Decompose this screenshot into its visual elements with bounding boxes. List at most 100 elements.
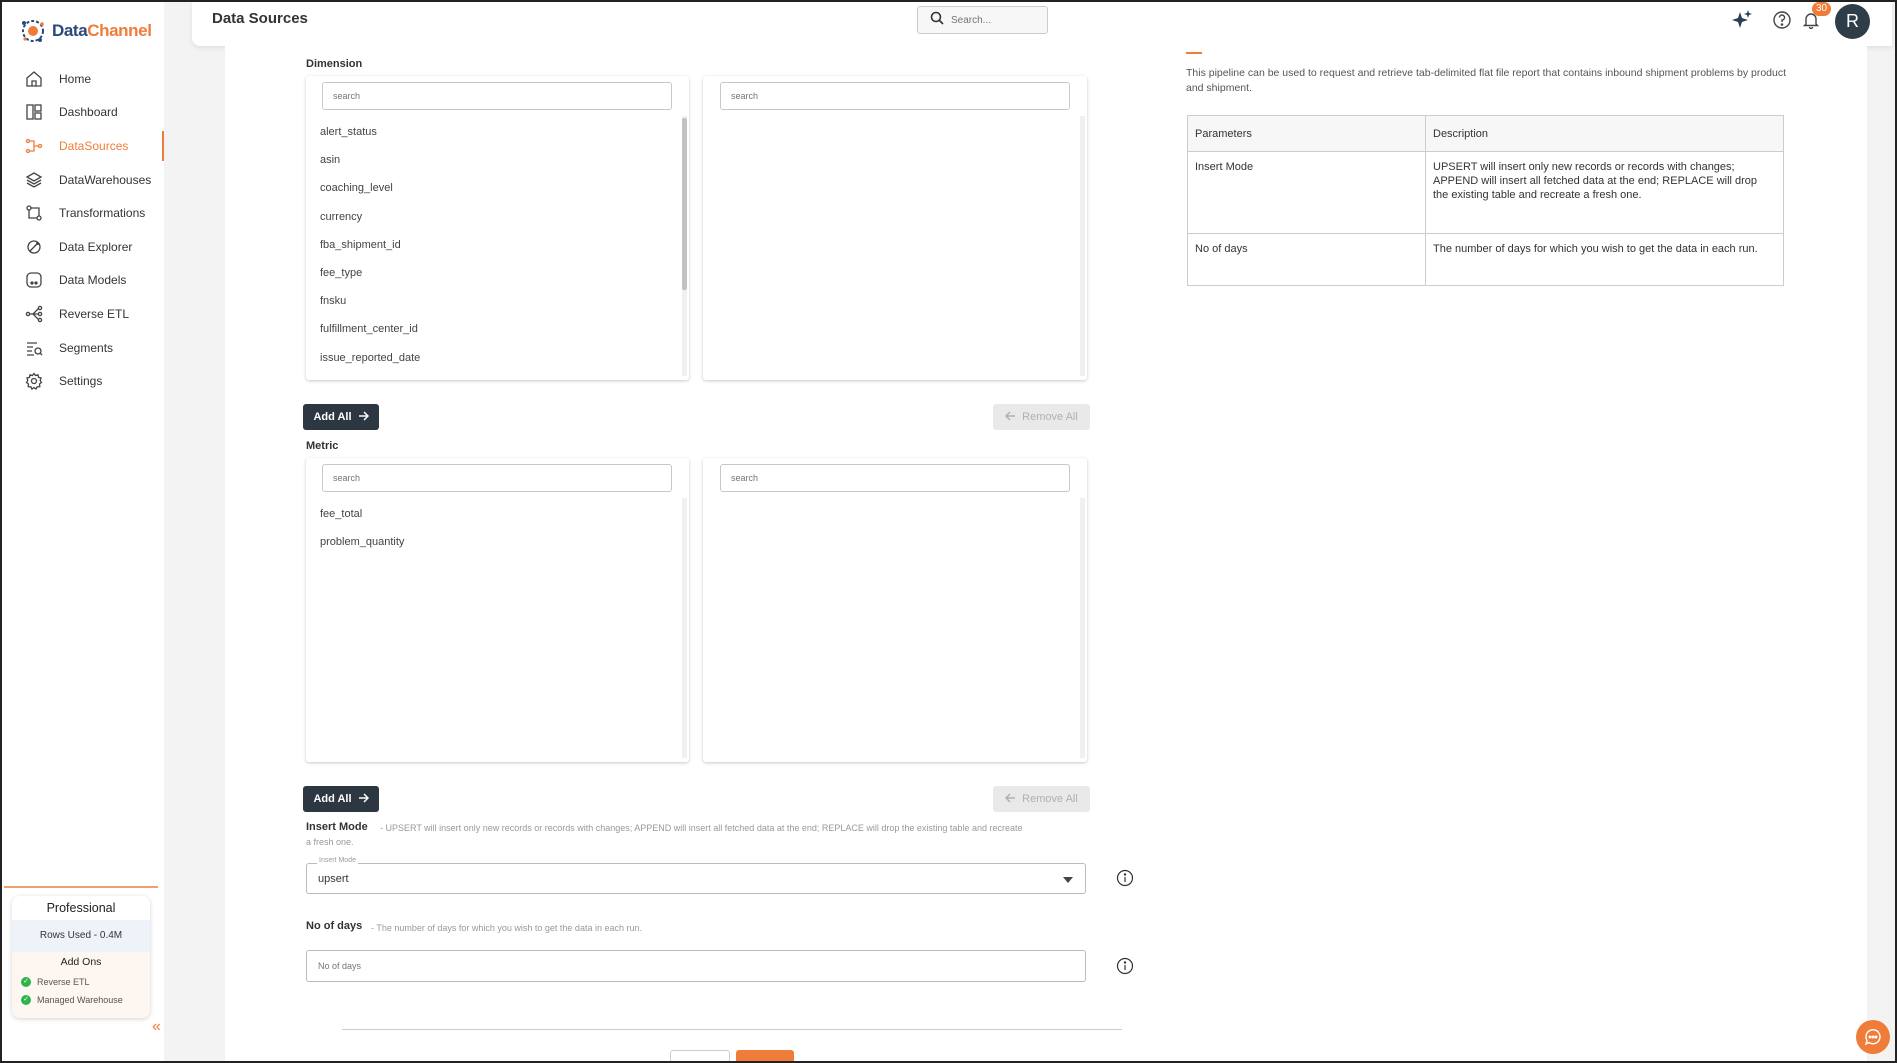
pipeline-description: This pipeline can be used to request and… — [1186, 67, 1787, 94]
help-icon[interactable] — [1772, 10, 1792, 35]
dimension-label: Dimension — [306, 58, 363, 70]
list-item[interactable]: fba_shipment_id — [320, 231, 420, 259]
arrow-right-icon — [358, 410, 369, 424]
avatar[interactable]: R — [1835, 4, 1870, 39]
sidebar-item-label: Data Explorer — [59, 239, 133, 254]
dimension-available-panel: alert_status asin coaching_level currenc… — [306, 76, 689, 380]
page-title: Data Sources — [212, 10, 308, 27]
sparkle-icon[interactable] — [1730, 8, 1754, 37]
sidebar: DataChannel Home Dashboard DataSources D… — [2, 2, 164, 1061]
segments-icon — [24, 338, 44, 358]
info-icon[interactable] — [1116, 869, 1134, 887]
scrollbar-track[interactable] — [682, 498, 687, 758]
sidebar-item-label: Settings — [59, 374, 103, 389]
metric-available-search[interactable] — [322, 464, 672, 492]
plan-title: Professional — [46, 901, 116, 915]
check-icon: ✓ — [21, 977, 31, 987]
dimension-available-search[interactable] — [322, 82, 672, 110]
insert-mode-legend: Insert Mode — [317, 857, 358, 864]
sidebar-item-data-explorer[interactable]: Data Explorer — [2, 230, 164, 264]
metric-selected-panel — [703, 458, 1087, 762]
collapse-sidebar-icon[interactable]: « — [152, 1018, 161, 1036]
list-item[interactable]: fee_type — [320, 259, 420, 287]
sidebar-item-reverse-etl[interactable]: Reverse ETL — [2, 297, 164, 331]
scrollbar-track[interactable] — [1080, 116, 1085, 376]
sidebar-item-label: Dashboard — [59, 105, 118, 120]
top-header: Data Sources 30 R — [192, 2, 1892, 46]
metric-label: Metric — [306, 440, 339, 452]
sidebar-item-label: DataSources — [59, 138, 129, 153]
global-search[interactable] — [917, 6, 1048, 34]
dimension-add-all-button[interactable]: Add All — [303, 404, 379, 430]
table-row: Insert Mode UPSERT will insert only new … — [1187, 151, 1784, 234]
reverse-etl-icon — [24, 304, 44, 324]
no-of-days-input[interactable] — [306, 950, 1086, 982]
dimension-selected-panel — [703, 76, 1087, 380]
metric-available-panel: fee_total problem_quantity — [306, 458, 689, 762]
sidebar-item-label: Transformations — [59, 206, 146, 221]
list-item[interactable]: currency — [320, 203, 420, 231]
sidebar-item-label: Segments — [59, 340, 114, 355]
dashboard-icon — [24, 102, 44, 122]
sidebar-item-home[interactable]: Home — [2, 62, 164, 96]
chevron-down-icon — [1063, 877, 1073, 883]
table-cell: The number of days for which you wish to… — [1425, 233, 1784, 286]
scrollbar-thumb[interactable] — [682, 118, 687, 290]
insert-mode-value: upsert — [318, 873, 349, 885]
sidebar-item-settings[interactable]: Settings — [2, 364, 164, 398]
next-button[interactable] — [736, 1050, 794, 1063]
arrow-right-icon — [358, 792, 369, 806]
no-of-days-title: No of days — [306, 920, 363, 932]
transform-icon — [24, 203, 44, 223]
parameters-table: Parameters Description Insert Mode UPSER… — [1187, 115, 1784, 286]
table-cell: UPSERT will insert only new records or r… — [1425, 151, 1784, 234]
sidebar-item-datawarehouses[interactable]: DataWarehouses — [2, 163, 164, 197]
table-header: Parameters — [1187, 115, 1426, 152]
sidebar-nav: Home Dashboard DataSources DataWarehouse… — [2, 62, 164, 398]
list-item[interactable]: fee_total — [320, 500, 404, 528]
rows-used: Rows Used - 0.4M — [12, 920, 150, 952]
addons-title: Add Ons — [60, 956, 102, 968]
home-icon — [24, 69, 44, 89]
logo[interactable]: DataChannel — [18, 16, 152, 46]
insert-mode-description: - UPSERT will insert only new records or… — [306, 823, 1023, 847]
table-header: Description — [1425, 115, 1784, 152]
list-item[interactable]: fulfillment_center_id — [320, 315, 420, 343]
search-icon — [930, 11, 944, 30]
dimension-selected-search[interactable] — [720, 82, 1070, 110]
sidebar-item-segments[interactable]: Segments — [2, 331, 164, 365]
accent-bar — [1186, 52, 1202, 54]
back-button[interactable] — [670, 1050, 730, 1063]
logo-text: DataChannel — [52, 21, 152, 40]
sidebar-item-dashboard[interactable]: Dashboard — [2, 96, 164, 130]
chat-icon[interactable] — [1856, 1020, 1890, 1054]
sidebar-item-datasources[interactable]: DataSources — [2, 129, 164, 163]
models-icon — [24, 270, 44, 290]
list-item[interactable]: coaching_level — [320, 174, 420, 202]
sidebar-item-label: Reverse ETL — [59, 306, 130, 321]
metric-remove-all-button[interactable]: Remove All — [993, 786, 1090, 812]
logo-icon — [18, 16, 48, 46]
list-item[interactable]: issue_reported_date — [320, 344, 420, 372]
addon-item: ✓ Reverse ETL — [12, 973, 150, 991]
list-item[interactable]: problem_quantity — [320, 528, 404, 556]
form-divider — [342, 1029, 1122, 1030]
sidebar-item-data-models[interactable]: Data Models — [2, 264, 164, 298]
arrow-left-icon — [1005, 792, 1016, 806]
list-item[interactable]: fnsku — [320, 287, 420, 315]
scrollbar-track[interactable] — [1080, 498, 1085, 758]
metric-add-all-button[interactable]: Add All — [303, 786, 379, 812]
list-item[interactable]: alert_status — [320, 118, 420, 146]
plan-card: Professional Rows Used - 0.4M Add Ons ✓ R… — [12, 896, 150, 1018]
plan-divider — [4, 886, 158, 888]
search-input[interactable] — [951, 14, 1041, 26]
arrow-left-icon — [1005, 410, 1016, 424]
insert-mode-select[interactable]: Insert Mode upsert — [306, 857, 1086, 894]
dimension-remove-all-button[interactable]: Remove All — [993, 404, 1090, 430]
info-icon[interactable] — [1116, 957, 1134, 975]
sidebar-item-transformations[interactable]: Transformations — [2, 196, 164, 230]
gear-icon — [24, 371, 44, 391]
list-item[interactable]: asin — [320, 146, 420, 174]
metric-selected-search[interactable] — [720, 464, 1070, 492]
addon-item: ✓ Managed Warehouse — [12, 991, 150, 1009]
